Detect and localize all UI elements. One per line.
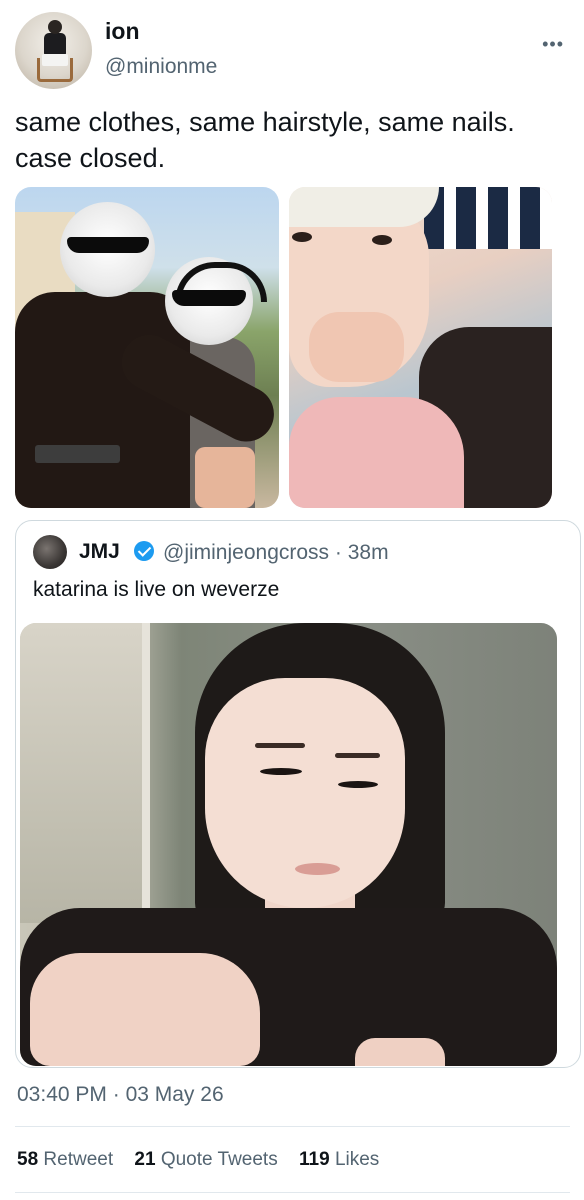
photo-striped-awning bbox=[424, 187, 552, 249]
tweet-photo-left[interactable] bbox=[15, 187, 279, 508]
quoted-time[interactable]: 38m bbox=[348, 541, 389, 564]
tweet-text: same clothes, same hairstyle, same nails… bbox=[15, 107, 515, 173]
retweet-label: Retweet bbox=[43, 1149, 114, 1170]
avatar-figure-skirt bbox=[42, 54, 68, 66]
timestamp-time: 03:40 PM bbox=[17, 1083, 107, 1106]
photo-eye bbox=[292, 232, 312, 242]
likes-label: Likes bbox=[334, 1149, 380, 1170]
meta-separator: · bbox=[329, 541, 348, 564]
tweet-timestamp[interactable]: 03:40 PM · 03 May 26 bbox=[17, 1083, 224, 1107]
quoted-author-name[interactable]: JMJ bbox=[79, 540, 120, 564]
likes-stat[interactable]: 119 Likes bbox=[299, 1149, 379, 1170]
photo-eye bbox=[338, 781, 378, 788]
retweet-stat[interactable]: 58 Retweet bbox=[17, 1149, 113, 1170]
photo-lips bbox=[295, 863, 340, 875]
quote-label: Quote Tweets bbox=[160, 1149, 278, 1170]
quoted-photo[interactable] bbox=[20, 623, 557, 1066]
divider bbox=[15, 1192, 570, 1193]
quoted-meta: @jiminjeongcross · 38m bbox=[163, 541, 389, 565]
photo-eyebrow bbox=[335, 753, 380, 758]
photo-belt bbox=[35, 445, 120, 463]
author-handle[interactable]: @minionme bbox=[105, 55, 217, 79]
likes-count: 119 bbox=[299, 1149, 330, 1170]
author-name[interactable]: ion bbox=[105, 18, 140, 45]
quoted-author-handle[interactable]: @jiminjeongcross bbox=[163, 541, 329, 564]
quoted-author-avatar[interactable] bbox=[33, 535, 67, 569]
photo-eyebrow bbox=[255, 743, 305, 748]
tweet-stats: 58 Retweet 21 Quote Tweets 119 Likes bbox=[17, 1149, 395, 1171]
timestamp-date: 03 May 26 bbox=[125, 1083, 224, 1106]
photo-eye bbox=[372, 235, 392, 245]
more-horizontal-icon[interactable]: ••• bbox=[542, 34, 564, 55]
sunglasses-sticker bbox=[172, 290, 246, 306]
photo-blonde-hair bbox=[289, 187, 439, 227]
tweet-photo-right[interactable] bbox=[289, 187, 552, 508]
photo-doorframe bbox=[20, 623, 150, 923]
timestamp-separator: · bbox=[106, 1083, 126, 1106]
photo-hand bbox=[309, 312, 404, 382]
quote-count: 21 bbox=[134, 1149, 156, 1170]
photo-hand bbox=[30, 953, 260, 1066]
divider bbox=[15, 1126, 570, 1127]
retweet-count: 58 bbox=[17, 1149, 39, 1170]
avatar-figure-head bbox=[48, 20, 62, 34]
sunglasses-sticker bbox=[67, 237, 149, 253]
photo-hand bbox=[355, 1038, 445, 1066]
author-avatar[interactable] bbox=[15, 12, 92, 89]
avatar-figure-body bbox=[44, 33, 66, 55]
photo-arm bbox=[195, 447, 255, 508]
verified-badge-icon bbox=[134, 541, 154, 561]
quoted-text: katarina is live on weverze bbox=[33, 578, 280, 601]
photo-eye bbox=[260, 768, 302, 775]
tweet-header: ion @minionme ••• bbox=[15, 12, 570, 92]
quoted-tweet[interactable]: JMJ @jiminjeongcross · 38m katarina is l… bbox=[15, 520, 581, 1068]
quote-tweets-stat[interactable]: 21 Quote Tweets bbox=[134, 1149, 277, 1170]
photo-pink-sweater bbox=[289, 397, 464, 508]
